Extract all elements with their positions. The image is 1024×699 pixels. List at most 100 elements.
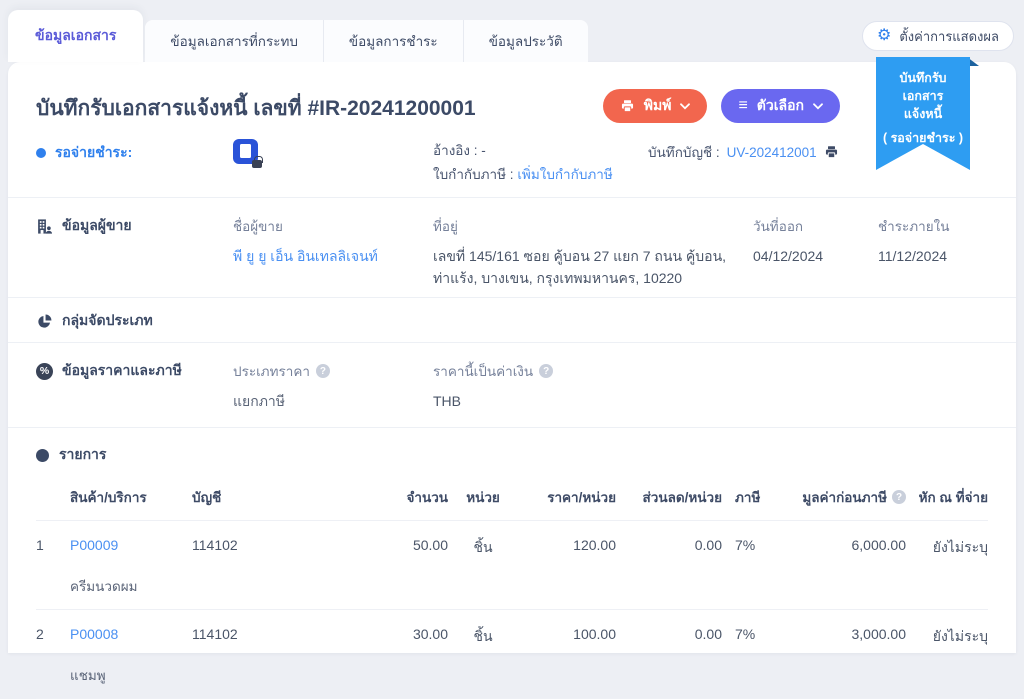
product-name: แชมพู [70,668,106,684]
item-discount: 0.00 [694,537,722,554]
tab-affected-documents[interactable]: ข้อมูลเอกสารที่กระทบ [145,20,324,62]
status-row: รอจ่ายชำระ: อ้างอิง : - ใบกำกับภาษี : เพ… [8,125,1016,197]
issue-date-value: 04/12/2024 [753,248,824,264]
col-pretax: มูลค่าก่อนภาษี ? [786,486,906,508]
seller-section-title: ข้อมูลผู้ขาย [36,215,233,237]
percent-icon: % [36,362,53,380]
items-section-title: รายการ [8,444,1016,466]
classification-section: กลุ่มจัดประเภท [8,297,1016,342]
ribbon-line-2: แจ้งหนี้ [903,106,943,121]
item-pretax: 3,000.00 [851,626,907,643]
tab-history-info[interactable]: ข้อมูลประวัติ [463,20,588,62]
tax-invoice-line: ใบกำกับภาษี : เพิ่มใบกำกับภาษี [433,163,648,187]
pricing-section-label: ข้อมูลราคาและภาษี [62,362,182,379]
item-discount: 0.00 [694,626,722,643]
seller-address-label: ที่อยู่ [433,219,458,234]
tab-bar: ข้อมูลเอกสาร ข้อมูลเอกสารที่กระทบ ข้อมูล… [8,0,588,62]
ledger-entry-link[interactable]: UV-202412001 [727,145,817,160]
seller-address-field: ที่อยู่ เลขที่ 145/161 ซอย คู้บอน 27 แยก… [433,215,753,289]
item-pretax: 6,000.00 [851,537,907,554]
status-dot-icon [36,148,46,158]
print-button[interactable]: พิมพ์ [602,89,708,123]
printer-icon [621,100,633,113]
tab-label: ข้อมูลเอกสารที่กระทบ [170,34,298,49]
item-wht: ยังไม่ระบุ [932,628,988,645]
tab-label: ข้อมูลการชำระ [348,34,438,49]
item-account: 114102 [192,626,238,643]
items-table-header: สินค้า/บริการ บัญชี จำนวน หน่วย ราคา/หน่… [36,466,988,522]
price-type-label-row: ประเภทราคา ? [233,360,433,382]
seller-building-icon [38,218,53,234]
document-page-glyph [240,144,251,158]
col-account: บัญชี [192,490,222,506]
pricing-section: % ข้อมูลราคาและภาษี ประเภทราคา ? แยกภาษี… [8,342,1016,427]
options-button-label: ตัวเลือก [756,97,804,113]
tax-invoice-label: ใบกำกับภาษี : [433,167,514,182]
tab-payment-info[interactable]: ข้อมูลการชำระ [323,20,464,62]
currency-value: THB [433,393,461,410]
col-wht: หัก ณ ที่จ่าย [918,490,988,506]
reference-value: - [481,143,486,158]
tab-document-info[interactable]: ข้อมูลเอกสาร [8,10,144,62]
tab-label: ข้อมูลประวัติ [488,34,563,49]
items-circle-icon [36,448,49,462]
item-product-cell: P00009 ครีมนวดผม [70,537,192,597]
classification-section-title: กลุ่มจัดประเภท [36,310,233,332]
display-settings-button[interactable]: ⚙ ตั้งค่าการแสดงผล [862,21,1014,51]
items-section-label: รายการ [59,446,107,463]
price-type-field: ประเภทราคา ? แยกภาษี [233,360,433,413]
document-card: บันทึกรับเอกสารแจ้งหนี้ เลขที่ #IR-20241… [8,62,1016,699]
document-header: บันทึกรับเอกสารแจ้งหนี้ เลขที่ #IR-20241… [8,62,1016,125]
col-qty: จำนวน [406,490,448,506]
col-price: ราคา/หน่วย [547,490,616,506]
currency-label-row: ราคานี้เป็นค่าเงิน ? [433,360,753,382]
currency-field: ราคานี้เป็นค่าเงิน ? THB [433,360,753,413]
due-date-field: ชำระภายใน 11/12/2024 [878,215,988,268]
help-icon[interactable]: ? [892,490,906,505]
col-pretax-label: มูลค่าก่อนภาษี [802,490,887,506]
col-product: สินค้า/บริการ [70,490,147,506]
pricing-section-title: % ข้อมูลราคาและภาษี [36,360,233,382]
product-name: ครีมนวดผม [70,579,138,595]
help-icon[interactable]: ? [539,364,554,379]
product-code-link[interactable]: P00008 [70,626,118,642]
item-wht: ยังไม่ระบุ [932,539,988,556]
pie-chart-icon [38,314,52,328]
page-title: บันทึกรับเอกสารแจ้งหนี้ เลขที่ #IR-20241… [36,97,476,120]
seller-section-label: ข้อมูลผู้ขาย [62,217,132,233]
help-icon[interactable]: ? [315,364,330,379]
item-price: 100.00 [573,626,616,643]
currency-label: ราคานี้เป็นค่าเงิน [433,364,534,380]
items-section: รายการ สินค้า/บริการ บัญชี จำนวน หน่วย ร… [8,427,1016,699]
table-row: 1 P00009 ครีมนวดผม 114102 50.00 ชิ้น 120… [36,521,988,611]
items-table: สินค้า/บริการ บัญชี จำนวน หน่วย ราคา/หน่… [36,466,988,699]
item-account: 114102 [192,537,238,554]
seller-name-link[interactable]: พี ยู ยู เอ็น อินเทลลิเจนท์ [233,248,378,264]
print-button-label: พิมพ์ [643,97,672,113]
lock-glyph [252,155,263,168]
seller-name-value: พี ยู ยู เอ็น อินเทลลิเจนท์ [233,246,433,268]
chevron-down-icon [813,102,823,109]
item-product-cell: P00008 แชมพู [70,626,192,686]
add-tax-invoice-link[interactable]: เพิ่มใบกำกับภาษี [517,167,612,182]
document-lock-icon[interactable] [233,139,263,168]
reference-line: อ้างอิง : - [433,139,648,163]
col-number [36,486,70,508]
issue-date-field: วันที่ออก 04/12/2024 [753,215,878,268]
tab-label: ข้อมูลเอกสาร [35,27,117,43]
col-unit: หน่วย [466,490,500,506]
print-ledger-icon[interactable] [824,145,839,159]
item-number: 1 [36,537,44,554]
product-code-link[interactable]: P00009 [70,537,118,553]
options-button[interactable]: ≡ ตัวเลือก [721,89,840,123]
seller-address-value: เลขที่ 145/161 ซอย คู้บอน 27 แยก 7 ถนน ค… [433,248,727,286]
item-tax: 7% [735,626,756,643]
reference-label: อ้างอิง : [433,143,478,158]
item-price: 120.00 [573,537,616,554]
item-tax: 7% [735,537,756,554]
item-number: 2 [36,626,44,643]
display-settings-label: ตั้งค่าการแสดงผล [899,28,999,44]
status-label: รอจ่ายชำระ: [55,144,133,160]
item-unit: ชิ้น [473,539,493,556]
status-badge: รอจ่ายชำระ: [36,142,233,164]
